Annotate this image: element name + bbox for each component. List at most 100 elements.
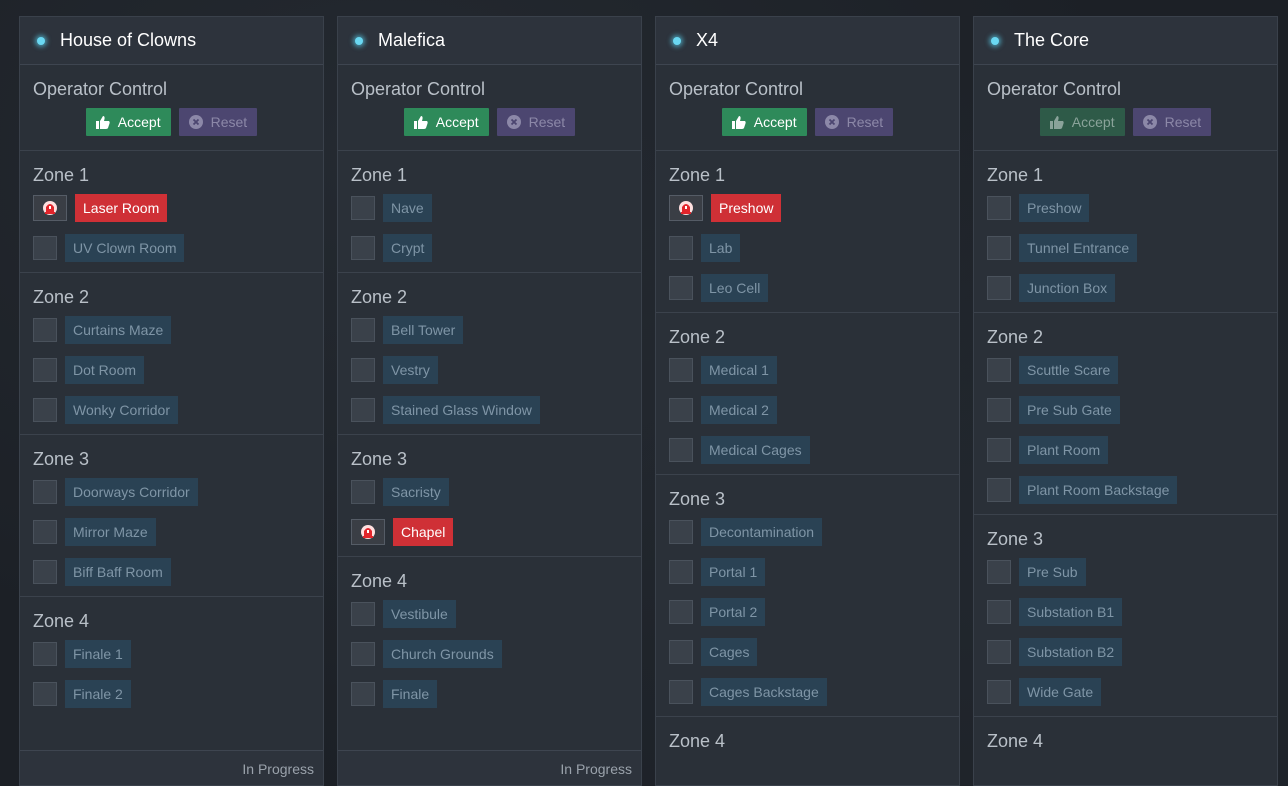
alarm-checkbox[interactable] [669, 195, 703, 221]
room-label[interactable]: Junction Box [1019, 274, 1116, 302]
room-label[interactable]: Medical 2 [701, 396, 777, 424]
room-label[interactable]: Pre Sub [1019, 558, 1086, 586]
room-label[interactable]: Finale 1 [65, 640, 131, 668]
room-label[interactable]: Portal 1 [701, 558, 766, 586]
room-checkbox[interactable] [351, 318, 375, 342]
reset-button[interactable]: Reset [814, 108, 894, 136]
room-label[interactable]: Scuttle Scare [1019, 356, 1119, 384]
room-label[interactable]: Dot Room [65, 356, 145, 384]
operator-control: Operator Control Accept Reset [338, 65, 641, 151]
operator-control-title: Operator Control [351, 79, 486, 99]
room-checkbox[interactable] [351, 236, 375, 260]
room-label[interactable]: Plant Room Backstage [1019, 476, 1178, 504]
thumbs-up-icon [1049, 115, 1064, 129]
room-label[interactable]: Sacristy [383, 478, 449, 506]
zone-3: Zone 3 Pre Sub Substation B1 Substation … [974, 515, 1277, 717]
room-label[interactable]: Plant Room [1019, 436, 1109, 464]
room-checkbox[interactable] [987, 276, 1011, 300]
room-label[interactable]: Substation B2 [1019, 638, 1123, 666]
room-checkbox[interactable] [33, 520, 57, 544]
room-label[interactable]: Vestry [383, 356, 438, 384]
accept-button[interactable]: Accept [1039, 108, 1125, 136]
room-checkbox[interactable] [351, 682, 375, 706]
room-label[interactable]: Tunnel Entrance [1019, 234, 1138, 262]
room-checkbox[interactable] [351, 480, 375, 504]
room-checkbox[interactable] [987, 560, 1011, 584]
room-label[interactable]: Church Grounds [383, 640, 502, 668]
room-label[interactable]: Cages Backstage [701, 678, 827, 706]
room-label[interactable]: Crypt [383, 234, 433, 262]
room-row: Plant Room Backstage [987, 476, 1264, 504]
room-checkbox[interactable] [33, 480, 57, 504]
room-label[interactable]: Finale [383, 680, 438, 708]
room-checkbox[interactable] [33, 560, 57, 584]
room-checkbox[interactable] [351, 358, 375, 382]
room-checkbox[interactable] [33, 398, 57, 422]
reset-button[interactable]: Reset [1132, 108, 1212, 136]
room-label[interactable]: Curtains Maze [65, 316, 172, 344]
room-checkbox[interactable] [33, 236, 57, 260]
room-row: Chapel [351, 518, 628, 546]
room-checkbox[interactable] [987, 478, 1011, 502]
room-label[interactable]: Laser Room [75, 194, 168, 222]
room-checkbox[interactable] [987, 640, 1011, 664]
room-checkbox[interactable] [669, 640, 693, 664]
accept-button[interactable]: Accept [85, 108, 171, 136]
room-checkbox[interactable] [351, 602, 375, 626]
room-checkbox[interactable] [987, 438, 1011, 462]
room-checkbox[interactable] [669, 236, 693, 260]
room-label[interactable]: UV Clown Room [65, 234, 185, 262]
room-label[interactable]: Preshow [711, 194, 782, 222]
room-label[interactable]: Stained Glass Window [383, 396, 540, 424]
room-label[interactable]: Wide Gate [1019, 678, 1102, 706]
room-checkbox[interactable] [351, 196, 375, 220]
room-label[interactable]: Wonky Corridor [65, 396, 178, 424]
room-label[interactable]: Lab [701, 234, 741, 262]
room-label[interactable]: Finale 2 [65, 680, 131, 708]
reset-button[interactable]: Reset [178, 108, 258, 136]
room-checkbox[interactable] [987, 196, 1011, 220]
room-label[interactable]: Vestibule [383, 600, 456, 628]
room-label[interactable]: Doorways Corridor [65, 478, 198, 506]
room-checkbox[interactable] [33, 358, 57, 382]
room-checkbox[interactable] [669, 680, 693, 704]
room-checkbox[interactable] [669, 276, 693, 300]
room-checkbox[interactable] [669, 438, 693, 462]
room-label[interactable]: Chapel [393, 518, 454, 546]
alarm-checkbox[interactable] [33, 195, 67, 221]
room-label[interactable]: Substation B1 [1019, 598, 1123, 626]
room-row: Vestibule [351, 600, 628, 628]
room-checkbox[interactable] [669, 520, 693, 544]
room-checkbox[interactable] [669, 358, 693, 382]
room-checkbox[interactable] [33, 318, 57, 342]
room-label[interactable]: Biff Baff Room [65, 558, 171, 586]
room-checkbox[interactable] [669, 600, 693, 624]
room-checkbox[interactable] [669, 398, 693, 422]
accept-button[interactable]: Accept [721, 108, 807, 136]
accept-button[interactable]: Accept [403, 108, 489, 136]
room-label[interactable]: Decontamination [701, 518, 823, 546]
room-label[interactable]: Leo Cell [701, 274, 769, 302]
room-checkbox[interactable] [33, 682, 57, 706]
room-label[interactable]: Medical Cages [701, 436, 810, 464]
room-label[interactable]: Nave [383, 194, 432, 222]
panel-title: House of Clowns [60, 30, 197, 50]
room-checkbox[interactable] [351, 642, 375, 666]
room-label[interactable]: Preshow [1019, 194, 1090, 222]
room-checkbox[interactable] [987, 600, 1011, 624]
reset-button[interactable]: Reset [496, 108, 576, 136]
room-checkbox[interactable] [987, 680, 1011, 704]
alarm-checkbox[interactable] [351, 519, 385, 545]
room-checkbox[interactable] [351, 398, 375, 422]
room-label[interactable]: Portal 2 [701, 598, 766, 626]
room-checkbox[interactable] [987, 236, 1011, 260]
room-label[interactable]: Bell Tower [383, 316, 464, 344]
room-checkbox[interactable] [33, 642, 57, 666]
room-label[interactable]: Cages [701, 638, 758, 666]
room-checkbox[interactable] [987, 358, 1011, 382]
room-label[interactable]: Medical 1 [701, 356, 777, 384]
room-checkbox[interactable] [987, 398, 1011, 422]
room-label[interactable]: Pre Sub Gate [1019, 396, 1120, 424]
room-label[interactable]: Mirror Maze [65, 518, 156, 546]
room-checkbox[interactable] [669, 560, 693, 584]
